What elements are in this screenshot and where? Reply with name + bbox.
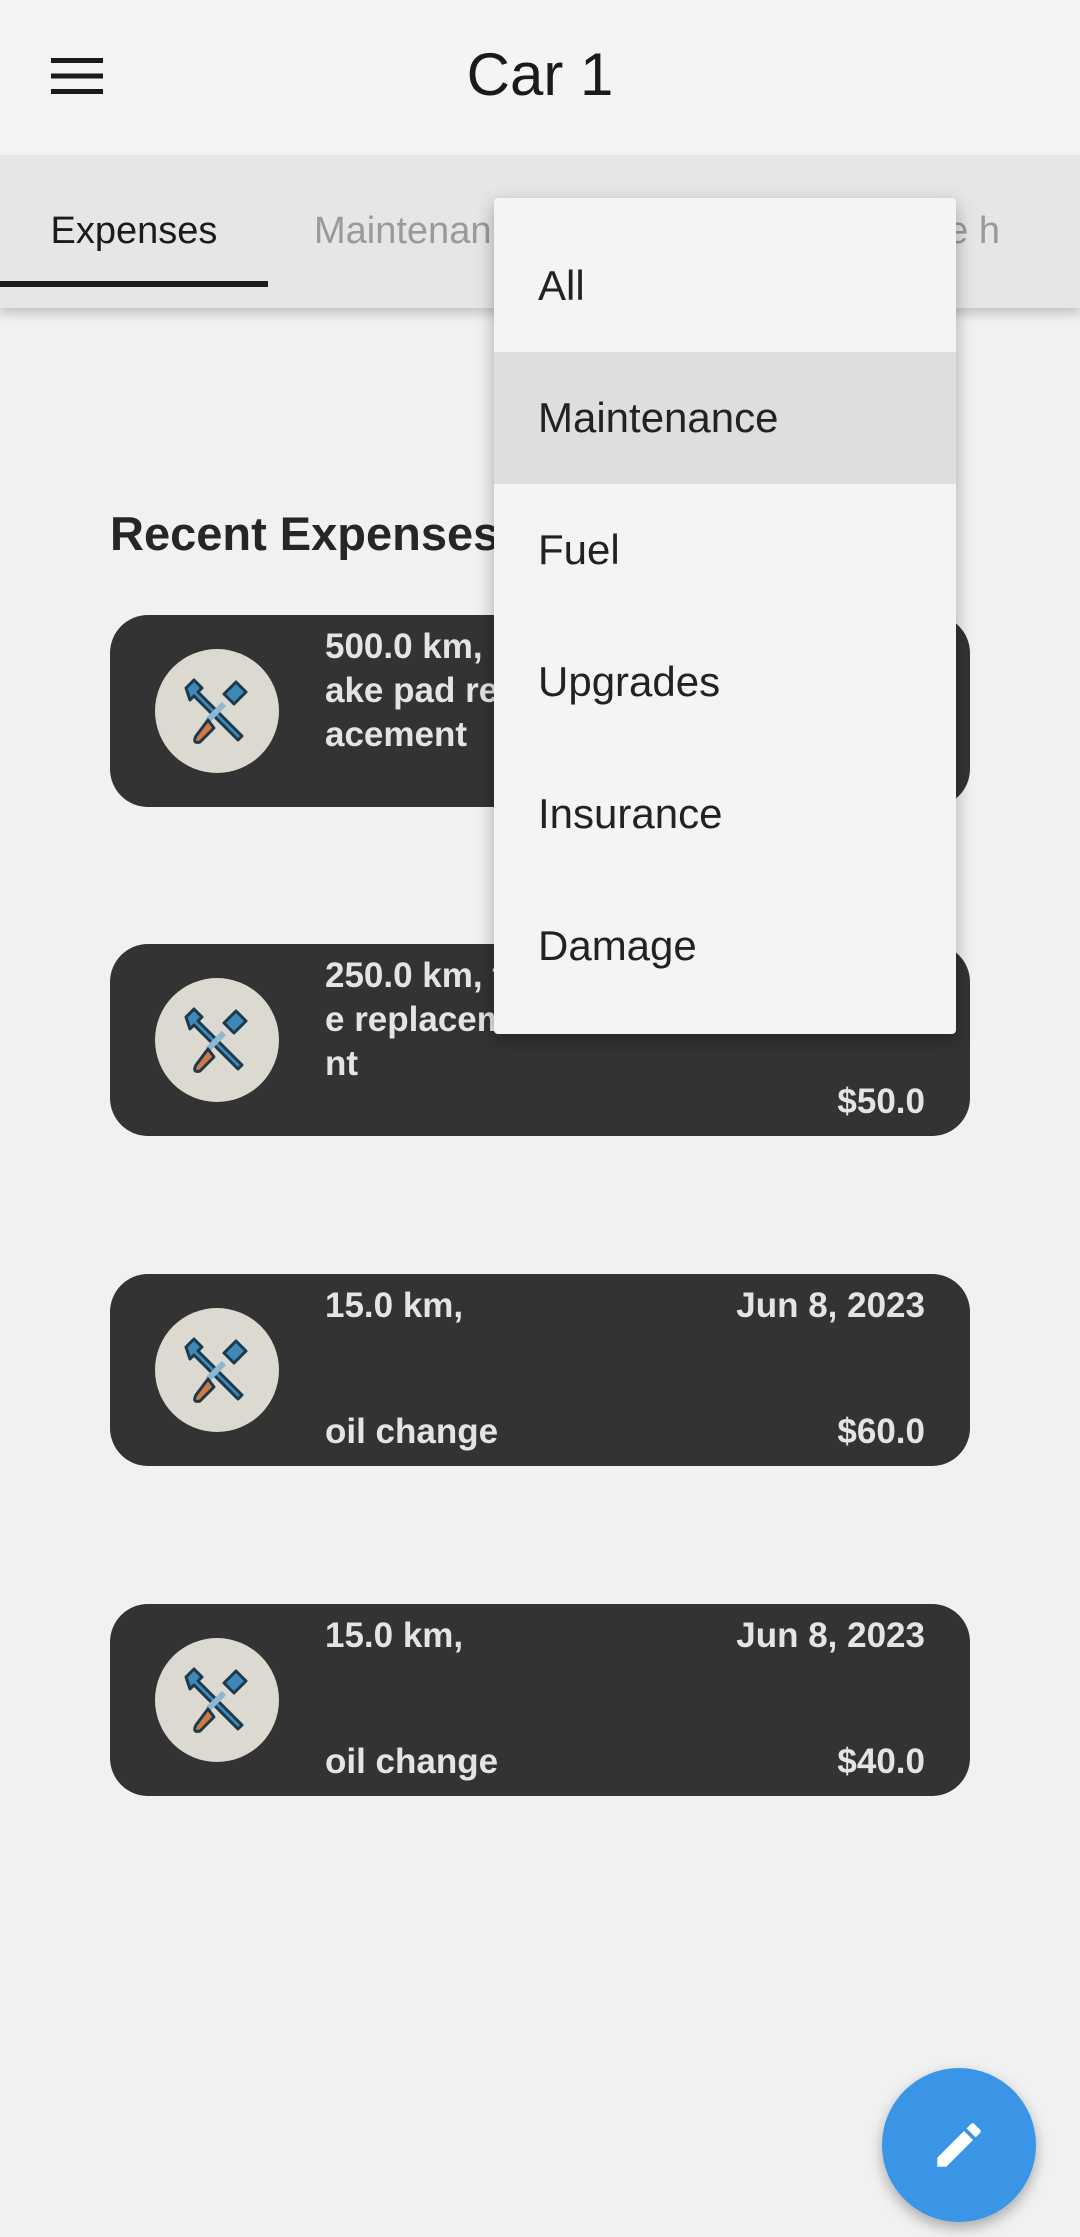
expense-amount: $40.0 — [837, 1742, 925, 1781]
tools-wrench-screwdriver-icon — [184, 1337, 248, 1403]
page-title: Car 1 — [466, 41, 614, 108]
tab-indicator — [0, 281, 268, 287]
dropdown-item-upgrades[interactable]: Upgrades — [494, 616, 956, 748]
dropdown-item-damage[interactable]: Damage — [494, 880, 956, 1012]
expense-type: oil change — [325, 1742, 499, 1781]
expense-icon — [155, 1638, 279, 1762]
expense-date: Jun 8, 2023 — [736, 1616, 925, 1655]
tools-wrench-screwdriver-icon — [184, 1667, 248, 1733]
pencil-edit-icon — [937, 2123, 981, 2167]
expense-km: 15.0 km, — [325, 1616, 464, 1655]
section-title: Recent Expenses — [110, 507, 500, 560]
expense-type: oil change — [325, 1412, 499, 1451]
expense-km: 15.0 km, — [325, 1286, 464, 1325]
expense-icon — [155, 649, 279, 773]
dropdown-item-fuel[interactable]: Fuel — [494, 484, 956, 616]
dropdown-item-maintenance[interactable]: Maintenance — [494, 352, 956, 484]
expense-amount: $60.0 — [837, 1412, 925, 1451]
tools-wrench-screwdriver-icon — [184, 1007, 248, 1073]
category-dropdown-menu: All Maintenance Fuel Upgrades Insurance … — [494, 198, 956, 1034]
dropdown-item-all[interactable]: All — [494, 220, 956, 352]
expense-card[interactable]: 15.0 km, oil change Jun 8, 2023 $60.0 — [110, 1274, 970, 1466]
edit-fab-button[interactable] — [882, 2068, 1036, 2222]
expense-amount: $50.0 — [837, 1082, 925, 1121]
tools-wrench-screwdriver-icon — [184, 678, 248, 744]
tab-maintenance[interactable]: Maintenan — [314, 155, 491, 308]
app-bar: Car 1 — [0, 0, 1080, 155]
expense-date: Jun 8, 2023 — [736, 1286, 925, 1325]
expense-icon — [155, 1308, 279, 1432]
dropdown-item-insurance[interactable]: Insurance — [494, 748, 956, 880]
expense-card[interactable]: 15.0 km, oil change Jun 8, 2023 $40.0 — [110, 1604, 970, 1796]
expense-icon — [155, 978, 279, 1102]
